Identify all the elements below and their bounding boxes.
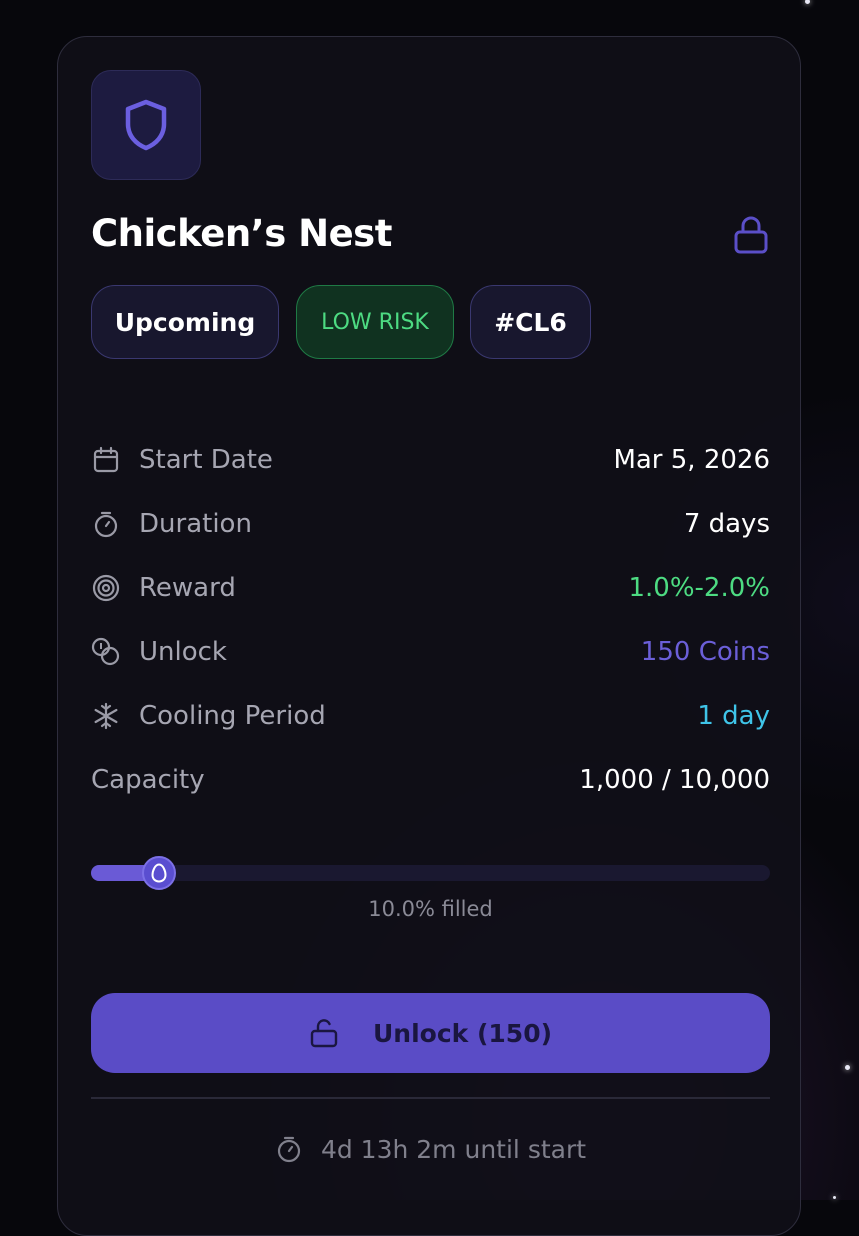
detail-label: Unlock	[139, 637, 227, 667]
detail-value: 150 Coins	[640, 637, 770, 667]
stopwatch-icon	[91, 509, 121, 539]
unlock-button-label: Unlock (150)	[372, 1018, 553, 1048]
detail-row-start-date: Start Date Mar 5, 2026	[91, 440, 770, 480]
detail-value: 1 day	[697, 701, 770, 731]
pool-icon-tile	[91, 70, 201, 180]
detail-label: Start Date	[139, 445, 273, 475]
detail-value: Mar 5, 2026	[613, 445, 770, 475]
detail-value: 1.0%-2.0%	[628, 573, 771, 603]
calendar-icon	[91, 445, 121, 475]
detail-value: 7 days	[683, 509, 770, 539]
detail-label: Duration	[139, 509, 252, 539]
capacity-progress-bar	[91, 856, 770, 890]
target-icon	[91, 573, 121, 603]
divider	[91, 1097, 770, 1099]
detail-label: Capacity	[91, 765, 205, 795]
detail-label: Reward	[139, 573, 236, 603]
egg-icon	[151, 863, 167, 883]
unlock-button[interactable]: Unlock (150)	[91, 993, 770, 1073]
star-decoration	[845, 1065, 850, 1070]
status-badge: Upcoming	[91, 285, 279, 359]
detail-row-cooling-period: Cooling Period 1 day	[91, 696, 770, 736]
detail-label: Cooling Period	[139, 701, 326, 731]
progress-text: 10.0% filled	[368, 897, 493, 921]
detail-row-unlock: Unlock 150 Coins	[91, 632, 770, 672]
lock-icon	[734, 216, 768, 254]
pool-title: Chicken’s Nest	[91, 212, 392, 255]
progress-knob	[141, 856, 176, 890]
detail-row-duration: Duration 7 days	[91, 504, 770, 544]
snowflake-icon	[91, 701, 121, 731]
risk-badge: LOW RISK	[296, 285, 454, 359]
detail-row-capacity: Capacity 1,000 / 10,000	[91, 760, 770, 800]
countdown-text: 4d 13h 2m until start	[320, 1134, 587, 1164]
pool-code-badge: #CL6	[470, 285, 591, 359]
countdown-footer: 4d 13h 2m until start	[91, 1129, 770, 1169]
detail-value: 1,000 / 10,000	[579, 765, 770, 795]
star-decoration	[833, 1196, 836, 1199]
detail-row-reward: Reward 1.0%-2.0%	[91, 568, 770, 608]
unlock-icon	[310, 1019, 338, 1048]
pool-card: Chicken’s Nest Upcoming LOW RISK #CL6 St…	[57, 36, 801, 1236]
shield-icon	[125, 99, 167, 151]
stopwatch-icon	[277, 1136, 301, 1163]
coins-icon	[91, 637, 121, 667]
